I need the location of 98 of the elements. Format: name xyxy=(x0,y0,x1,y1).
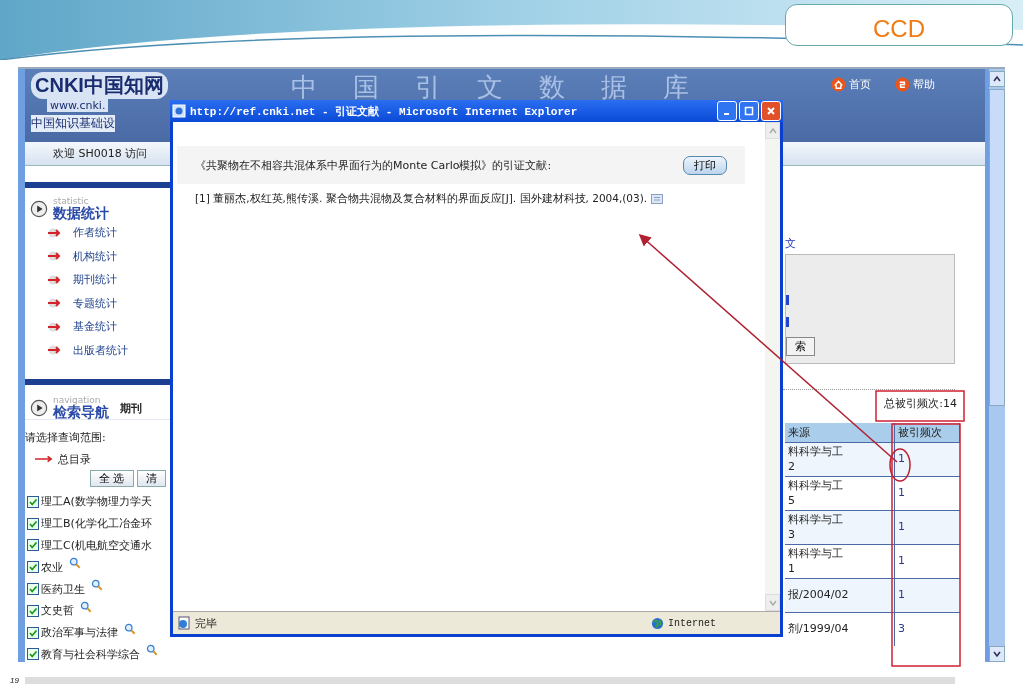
site-logo: CNKI中国知网 xyxy=(31,72,168,99)
page-number: 19 xyxy=(10,676,19,685)
category-label: 理工A(数学物理力学天 xyxy=(41,494,152,510)
caret-up-icon xyxy=(992,74,1002,84)
header-link[interactable]: 首页 xyxy=(849,76,871,92)
citation-heading: 《共聚物在不相容共混体系中界面行为的Monte Carlo模拟》的引证文献: xyxy=(195,157,552,173)
search-icon[interactable] xyxy=(124,622,136,635)
checkbox[interactable] xyxy=(27,495,39,508)
banner-character: 中 xyxy=(291,72,317,104)
section-title: 检索导航 xyxy=(53,405,109,419)
statistic-link[interactable]: 机构统计 xyxy=(73,248,117,264)
table-cell: 1 xyxy=(894,510,960,545)
statistic-link[interactable]: 出版者统计 xyxy=(73,342,128,358)
catalog-root[interactable]: 总目录 xyxy=(58,451,91,467)
play-icon xyxy=(30,200,48,218)
scroll-thumb[interactable] xyxy=(989,89,1005,406)
section-subtitle: navigation xyxy=(53,396,102,405)
minimize-button[interactable] xyxy=(717,101,737,121)
arrow-icon xyxy=(47,298,61,309)
security-zone: Internet xyxy=(668,617,716,629)
home-icon xyxy=(831,76,846,92)
scroll-down-button[interactable] xyxy=(989,646,1005,662)
banner-character: 文 xyxy=(477,72,503,104)
arrow-icon xyxy=(47,227,61,238)
banner-character: 库 xyxy=(663,72,689,104)
minimize-icon xyxy=(723,112,729,115)
site-url: www.cnki. xyxy=(47,99,109,112)
search-icon[interactable] xyxy=(91,579,103,592)
select-button[interactable]: 全 选 xyxy=(90,470,134,487)
welcome-text: 欢迎 SH0018 访问 xyxy=(53,146,148,161)
search-icon[interactable] xyxy=(146,644,158,657)
statistic-link[interactable]: 基金统计 xyxy=(73,319,117,335)
section-title: 数据统计 xyxy=(53,206,109,220)
checkbox[interactable] xyxy=(27,539,39,552)
window-title: http://ref.cnki.net - 引证文献 - Microsoft Internet Explorer xyxy=(190,104,578,119)
select-button[interactable]: 清 xyxy=(136,470,166,487)
category-label: 教育与社会科学综合 xyxy=(41,646,140,662)
search-icon[interactable] xyxy=(69,557,81,570)
navigation-tab[interactable]: 期刊 xyxy=(120,401,142,416)
table-cell: 报/2004/02 xyxy=(785,578,895,613)
search-icon[interactable] xyxy=(80,600,92,613)
result-link[interactable]: 文 xyxy=(783,166,985,250)
search-button[interactable]: 索 xyxy=(786,337,815,356)
table-cell: 料科学与工 3 xyxy=(785,510,895,545)
category-label: 农业 xyxy=(41,559,63,575)
checkbox[interactable] xyxy=(27,604,39,617)
close-icon xyxy=(766,106,776,116)
banner-character: 据 xyxy=(601,72,627,104)
category-label: 理工C(机电航空交通水 xyxy=(41,538,152,553)
maximize-icon xyxy=(744,106,754,116)
help-icon xyxy=(895,76,910,92)
checkbox[interactable] xyxy=(27,648,39,661)
total-citations: 总被引频次:14 xyxy=(884,396,957,411)
annotation-circle xyxy=(889,448,911,482)
range-prompt: 请选择查询范围: xyxy=(25,430,107,446)
arrow-icon xyxy=(47,251,61,262)
scroll-up-button[interactable] xyxy=(989,71,1005,87)
category-label: 政治军事与法律 xyxy=(41,625,118,641)
status-text: 完毕 xyxy=(195,615,217,631)
table-cell: 剂/1999/04 xyxy=(785,612,895,646)
banner-character: 数 xyxy=(539,72,565,104)
globe-icon xyxy=(651,616,664,630)
scrollbar[interactable] xyxy=(985,69,1005,662)
page-icon xyxy=(172,104,186,118)
checkbox[interactable] xyxy=(27,517,39,530)
close-button[interactable] xyxy=(761,101,781,121)
print-button[interactable]: 打印 xyxy=(683,155,727,175)
category-label: 文史哲 xyxy=(41,603,74,619)
statistic-link[interactable]: 期刊统计 xyxy=(73,272,117,288)
page-icon xyxy=(177,616,191,630)
table-cell: 料科学与工 2 xyxy=(785,442,895,477)
document-icon[interactable] xyxy=(651,194,664,204)
play-icon xyxy=(30,399,48,417)
statistic-link[interactable]: 专题统计 xyxy=(73,295,117,311)
column-header: 来源 xyxy=(785,423,895,443)
table-cell: 1 xyxy=(894,578,960,613)
arrow-icon xyxy=(35,455,53,463)
site-tagline: 中国知识基础设 xyxy=(31,115,115,132)
header-link[interactable]: 帮助 xyxy=(913,76,935,92)
category-label: 理工B(化学化工冶金环 xyxy=(41,516,152,532)
arrow-icon xyxy=(47,345,61,356)
maximize-button[interactable] xyxy=(739,101,759,121)
table-cell: 3 xyxy=(894,612,960,646)
citation-entry: [1] 董丽杰,权红英,熊传溪. 聚合物共混物及复合材料的界面反应[J]. 国外建材科技, 2004,(03). xyxy=(195,192,648,206)
banner-character: 引 xyxy=(415,72,441,104)
caret-up-icon xyxy=(767,125,778,136)
category-label: 医药卫生 xyxy=(41,581,85,597)
caret-down-icon xyxy=(992,649,1002,659)
checkbox[interactable] xyxy=(27,561,39,574)
banner-character: 国 xyxy=(353,72,379,104)
checkbox[interactable] xyxy=(27,626,39,639)
arrow-icon xyxy=(47,274,61,285)
section-subtitle: statistic xyxy=(53,197,90,206)
arrow-icon xyxy=(47,321,61,332)
statistic-link[interactable]: 作者统计 xyxy=(73,225,117,241)
checkbox[interactable] xyxy=(27,583,39,596)
table-cell: 1 xyxy=(894,442,960,477)
slide-title: CCD xyxy=(785,4,1013,46)
